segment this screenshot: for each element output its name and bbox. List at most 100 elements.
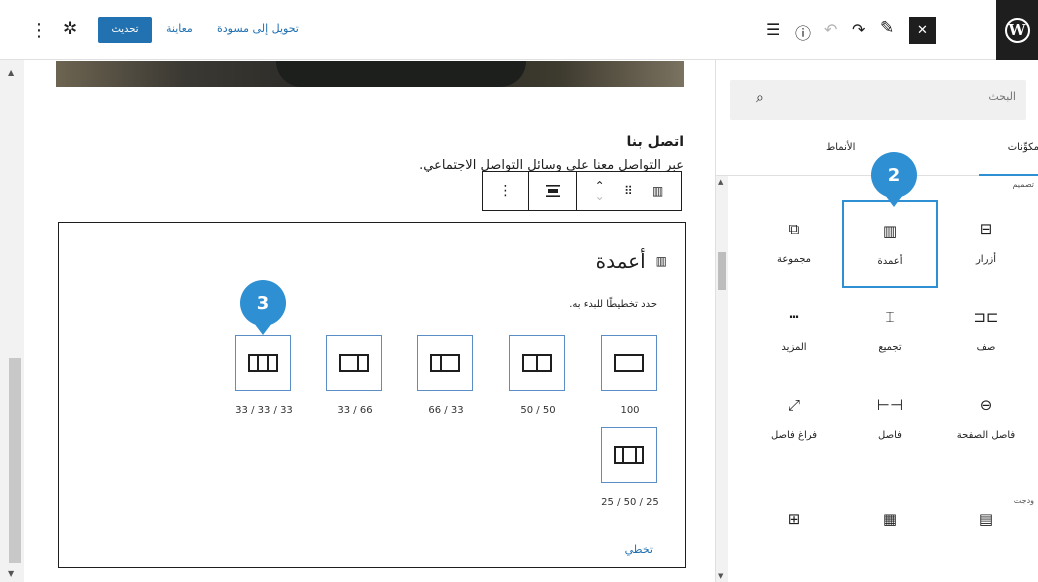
search-input[interactable] <box>816 90 1016 103</box>
top-toolbar: ⋮ ✲ تحديث معاينة تحويل إلى مسودة ☰ ⓘ ↶ ↷… <box>0 0 1038 60</box>
block-label: المزيد <box>781 342 807 353</box>
variation-33-66-box[interactable] <box>326 335 382 391</box>
block-label: تجميع <box>878 342 902 353</box>
drag-handle-icon[interactable]: ⠿ <box>624 184 633 198</box>
wide-left-columns-icon <box>430 354 460 372</box>
move-up-down-icon[interactable]: ⌃ ⌄ <box>595 180 605 202</box>
block-spacer[interactable]: ⤢ فراغ فاصل <box>746 376 842 464</box>
block-calendar[interactable]: ▦ <box>842 490 938 530</box>
list-view-icon[interactable]: ☰ <box>766 20 780 39</box>
variation-label: 50 / 50 <box>520 405 556 416</box>
close-inserter-button[interactable]: ✕ <box>909 17 936 44</box>
active-tab-indicator <box>979 174 1038 176</box>
undo-icon[interactable]: ↶ <box>824 20 837 39</box>
block-group[interactable]: ⧉ مجموعة <box>746 200 842 288</box>
block-label: مجموعة <box>776 254 812 265</box>
callout-badge-3: 3 <box>240 280 286 335</box>
scrollbar-thumb[interactable] <box>718 252 726 290</box>
separator-icon: ⊢⊣ <box>876 396 904 414</box>
variation-label: 33 / 66 <box>337 405 373 416</box>
scroll-up-icon[interactable]: ▲ <box>8 68 14 77</box>
wide-right-columns-icon <box>339 354 369 372</box>
tools-pen-icon[interactable]: ✎ <box>880 18 894 38</box>
preview-link[interactable]: معاينة <box>166 22 193 35</box>
block-label: أزرار <box>975 254 997 265</box>
settings-gear-icon[interactable]: ✲ <box>63 19 77 39</box>
redo-icon[interactable]: ↷ <box>852 20 865 39</box>
skip-link[interactable]: تخطي <box>625 543 653 556</box>
variation-50-50-box[interactable] <box>509 335 565 391</box>
variation-label: 100 <box>620 405 640 416</box>
canvas-scrollbar[interactable]: ▲ ▼ <box>0 60 24 582</box>
align-button[interactable] <box>529 172 577 210</box>
search-icon: ⌕ <box>756 90 764 106</box>
block-buttons[interactable]: ⊟ أزرار <box>938 200 1034 288</box>
wordpress-logo-button[interactable]: W <box>996 0 1038 60</box>
variation-25-50-25[interactable]: 25 / 50 / 25 <box>601 427 659 508</box>
block-options-button[interactable]: ⋮ <box>483 172 529 210</box>
image-dish-shape <box>276 61 526 87</box>
page-list-icon: ▤ <box>978 510 994 528</box>
variation-33-33-33[interactable]: 33 / 33 / 33 <box>235 335 293 416</box>
buttons-icon: ⊟ <box>979 220 993 238</box>
variation-33-33-33-box[interactable] <box>235 335 291 391</box>
columns-icon: ▥ <box>882 222 898 240</box>
options-kebab-icon[interactable]: ⋮ <box>30 20 48 41</box>
scrollbar-thumb[interactable] <box>9 358 21 563</box>
columns-block-title: أعمدة ▥ <box>596 249 667 273</box>
block-label: فراغ فاصل <box>770 430 818 441</box>
block-categories[interactable]: ⊞ <box>746 490 842 530</box>
columns-icon: ▥ <box>655 254 667 268</box>
one-column-icon <box>614 354 644 372</box>
block-row[interactable]: ⊐⊏ صف <box>938 288 1034 376</box>
block-page-break[interactable]: ⊖ فاصل الصفحة <box>938 376 1034 464</box>
row-icon: ⊐⊏ <box>973 308 999 326</box>
featured-image <box>56 61 684 87</box>
variation-100-box[interactable] <box>601 335 657 391</box>
block-mover: ⌃ ⌄ ⠿ ▥ <box>577 172 681 210</box>
tab-blocks[interactable]: مكوِّنات <box>1008 142 1038 153</box>
three-columns-wide-center-icon <box>614 446 644 464</box>
sidebar-scrollbar[interactable]: ▲ ▼ <box>716 176 728 582</box>
variation-25-50-25-box[interactable] <box>601 427 657 483</box>
three-columns-icon <box>248 354 278 372</box>
group-icon: ⧉ <box>788 220 800 238</box>
page-break-icon: ⊖ <box>979 396 993 414</box>
block-columns[interactable]: ▥ أعمدة <box>842 200 938 288</box>
block-label: فاصل الصفحة <box>956 430 1016 441</box>
variation-33-66[interactable]: 33 / 66 <box>326 335 384 416</box>
variation-100[interactable]: 100 <box>601 335 659 416</box>
scroll-up-icon[interactable]: ▲ <box>718 178 723 186</box>
columns-block-icon[interactable]: ▥ <box>652 184 663 198</box>
block-label: أعمدة <box>877 256 903 267</box>
align-icon <box>545 185 560 197</box>
update-button[interactable]: تحديث <box>98 17 152 43</box>
calendar-icon: ▦ <box>882 510 898 528</box>
more-icon: ┅ <box>789 308 799 326</box>
wordpress-logo-icon: W <box>1004 17 1030 43</box>
variation-50-50[interactable]: 50 / 50 <box>509 335 567 416</box>
block-stack[interactable]: ⌶ تجميع <box>842 288 938 376</box>
block-more[interactable]: ┅ المزيد <box>746 288 842 376</box>
variation-66-33[interactable]: 66 / 33 <box>417 335 475 416</box>
contact-heading[interactable]: اتصل بنا <box>590 134 684 150</box>
categories-grid-icon: ⊞ <box>787 510 801 528</box>
variation-66-33-box[interactable] <box>417 335 473 391</box>
block-label: فاصل <box>878 430 902 441</box>
block-inserter-sidebar: ⌕ مكوِّنات الأنماط ▲ ▼ تصميم ⊟ أزرار ▥ أ… <box>715 60 1038 582</box>
columns-title-text: أعمدة <box>595 249 646 273</box>
switch-to-draft-link[interactable]: تحويل إلى مسودة <box>217 22 299 35</box>
two-equal-columns-icon <box>522 354 552 372</box>
kebab-icon: ⋮ <box>498 183 513 199</box>
scroll-down-icon[interactable]: ▼ <box>718 572 723 580</box>
block-separator[interactable]: ⊢⊣ فاصل <box>842 376 938 464</box>
info-icon[interactable]: ⓘ <box>795 20 811 44</box>
stack-icon: ⌶ <box>885 308 895 326</box>
scroll-down-icon[interactable]: ▼ <box>8 569 14 578</box>
spacer-icon: ⤢ <box>787 396 800 414</box>
search-box[interactable]: ⌕ <box>730 80 1026 120</box>
tab-patterns[interactable]: الأنماط <box>826 142 855 153</box>
editor-window: ⋮ ✲ تحديث معاينة تحويل إلى مسودة ☰ ⓘ ↶ ↷… <box>0 0 1038 582</box>
block-page-list[interactable]: ▤ <box>938 490 1034 530</box>
columns-block-placeholder[interactable]: أعمدة ▥ حدد تخطيطًا للبدء به. 100 50 / 5… <box>58 222 686 568</box>
